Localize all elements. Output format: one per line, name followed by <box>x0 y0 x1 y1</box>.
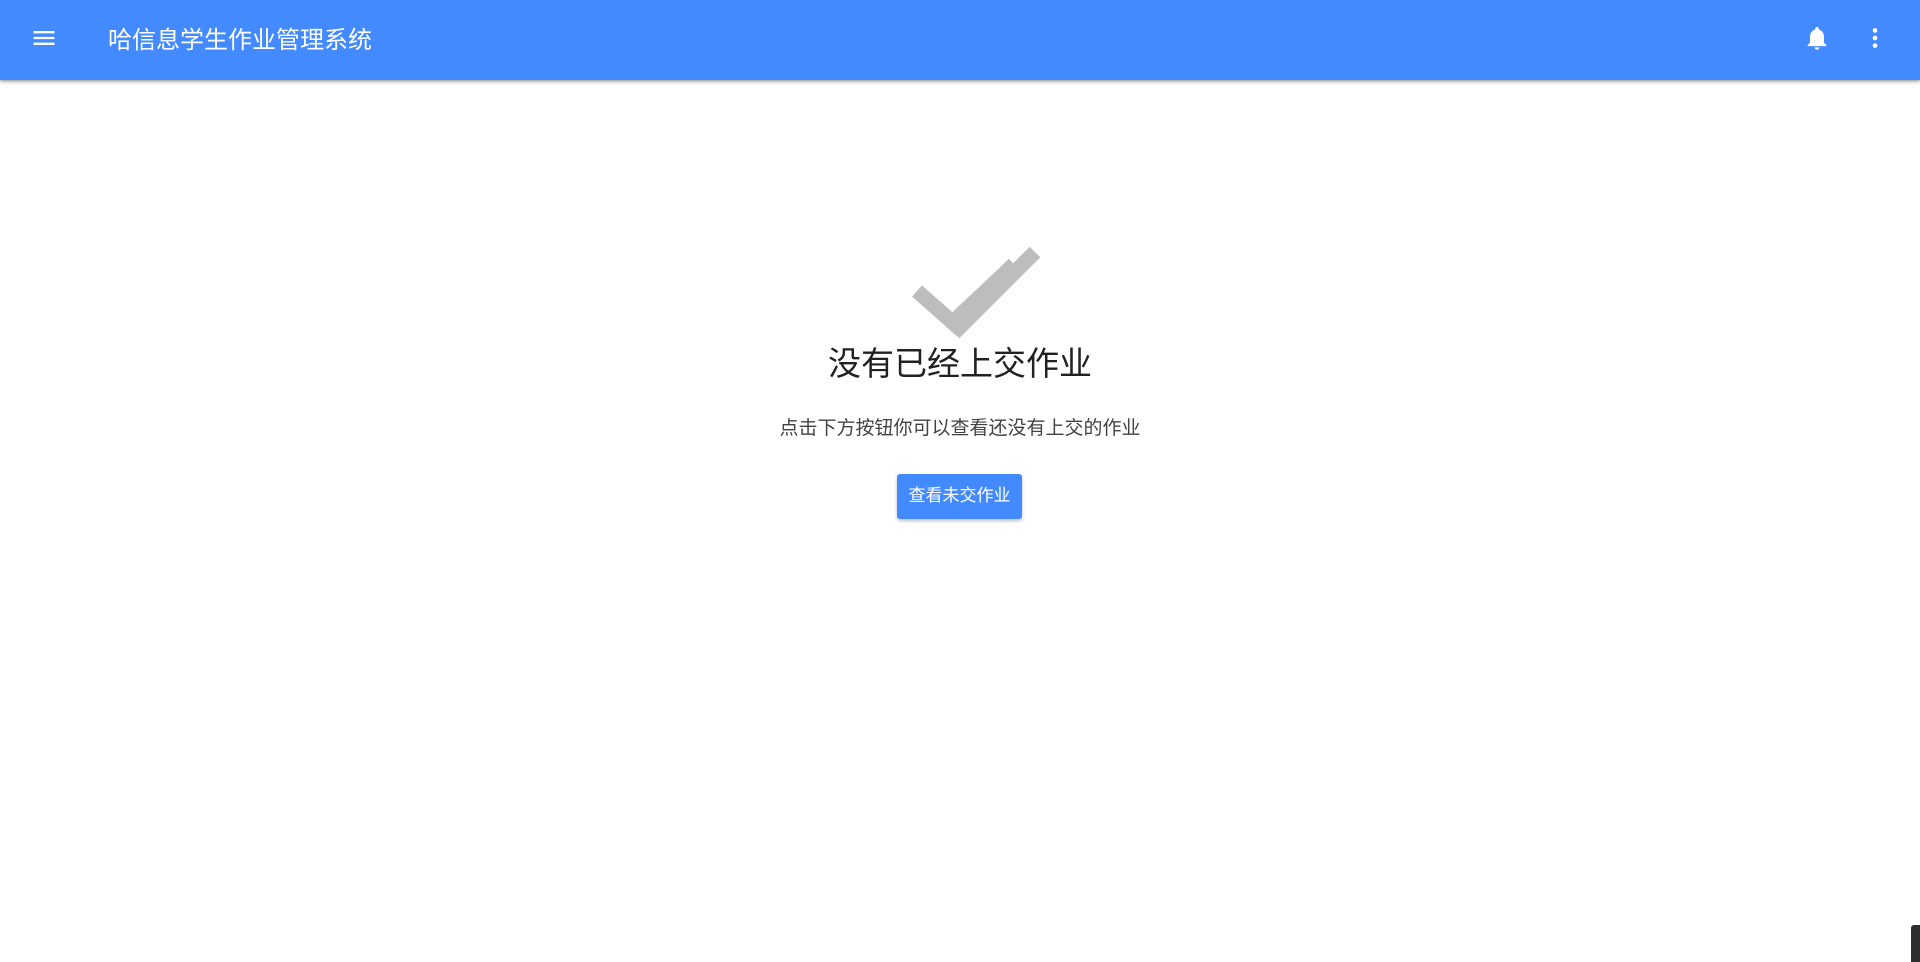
scroll-handle[interactable] <box>1911 925 1920 962</box>
empty-state-title: 没有已经上交作业 <box>828 344 1092 383</box>
app-bar: 哈信息学生作业管理系统 <box>0 0 1920 80</box>
notifications-button[interactable] <box>1793 16 1841 64</box>
menu-icon <box>30 24 58 56</box>
view-unsubmitted-button[interactable]: 查看未交作业 <box>897 474 1022 519</box>
more-vert-icon <box>1861 24 1889 56</box>
bell-icon <box>1803 24 1831 56</box>
more-options-button[interactable] <box>1851 16 1899 64</box>
app-title: 哈信息学生作业管理系统 <box>108 26 372 54</box>
empty-state-subtitle: 点击下方按钮你可以查看还没有上交的作业 <box>779 417 1141 439</box>
menu-button[interactable] <box>20 16 68 64</box>
